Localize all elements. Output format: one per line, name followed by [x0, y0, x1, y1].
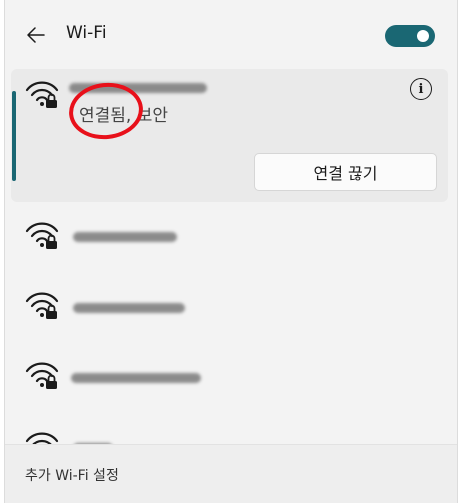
wifi-secure-icon [25, 222, 59, 249]
page-title: Wi-Fi [66, 23, 107, 43]
wifi-footer: 추가 Wi-Fi 설정 [5, 444, 457, 503]
ssid-redacted [71, 373, 201, 383]
wifi-secure-icon [25, 292, 59, 319]
wifi-toggle[interactable] [385, 25, 435, 47]
network-item[interactable] [11, 272, 448, 336]
wifi-secure-icon [25, 81, 59, 108]
back-button[interactable] [23, 22, 49, 48]
ssid-redacted [73, 232, 177, 242]
active-indicator [12, 91, 16, 181]
ssid-redacted [73, 303, 185, 313]
info-button[interactable]: i [410, 78, 432, 100]
back-arrow-icon [27, 27, 45, 43]
toggle-knob [417, 30, 429, 42]
wifi-secure-icon [25, 362, 59, 389]
network-item[interactable] [11, 342, 448, 406]
more-wifi-settings-link[interactable]: 추가 Wi-Fi 설정 [25, 465, 119, 485]
wifi-flyout-panel: Wi-Fi 연결됨, 보안 i 연결 끊기 추가 Wi-Fi 설정 [4, 0, 458, 503]
disconnect-button[interactable]: 연결 끊기 [254, 153, 437, 191]
wifi-header: Wi-Fi [5, 0, 457, 68]
network-item[interactable] [11, 204, 448, 268]
active-network-card[interactable]: 연결됨, 보안 i 연결 끊기 [11, 69, 448, 202]
